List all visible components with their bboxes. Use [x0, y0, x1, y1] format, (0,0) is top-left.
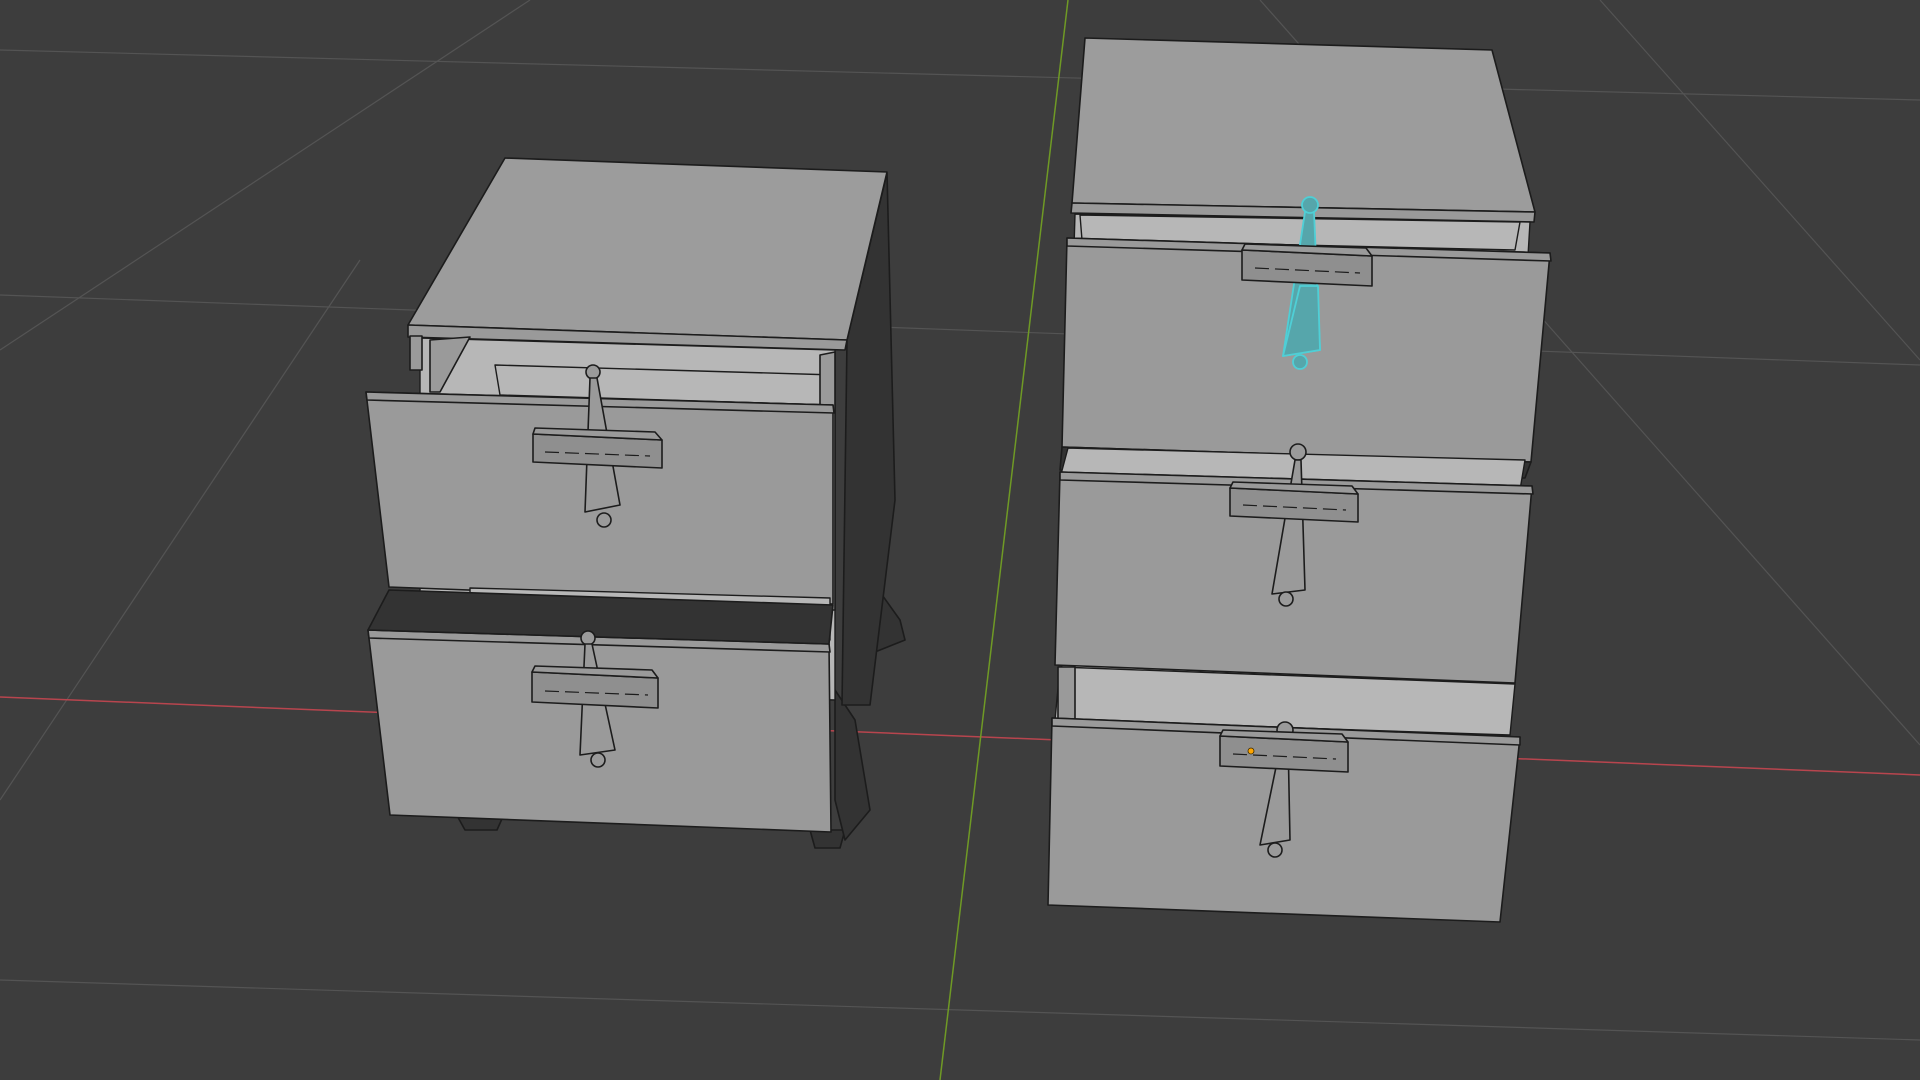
pull-tip-ball — [590, 752, 606, 768]
grid-line — [0, 979, 1920, 1041]
grid-line — [0, 49, 1920, 101]
grid-line — [0, 294, 1920, 366]
tabletop — [1071, 37, 1536, 213]
pull-pivot-ball-selected — [1301, 196, 1319, 214]
pull-tip-ball — [596, 512, 612, 528]
floor-grid — [0, 0, 1920, 1041]
grid-line — [0, 259, 361, 801]
pull-tip-ball-selected — [1292, 354, 1308, 370]
grid-line — [1599, 0, 1920, 361]
pull-tip-ball — [1278, 591, 1294, 607]
back-leg-right — [834, 689, 871, 841]
nightstand-three-drawer[interactable] — [1047, 37, 1552, 923]
object-origin-marker — [1247, 747, 1255, 755]
3d-viewport[interactable] — [0, 0, 1920, 1080]
x-axis-line — [0, 696, 1920, 776]
nightstand-two-drawer[interactable] — [365, 157, 906, 849]
pull-tip-ball — [1267, 842, 1283, 858]
front-right-foot — [809, 829, 846, 849]
carcass-left-post — [409, 335, 423, 371]
pull-pivot-ball — [1289, 443, 1307, 461]
viewport-scene[interactable] — [0, 0, 1920, 1080]
drawer-3-side — [1057, 666, 1076, 721]
pull-pivot-ball — [580, 630, 596, 646]
pull-pivot-ball — [585, 364, 601, 380]
tabletop — [407, 157, 888, 341]
y-axis-line — [939, 0, 1069, 1080]
